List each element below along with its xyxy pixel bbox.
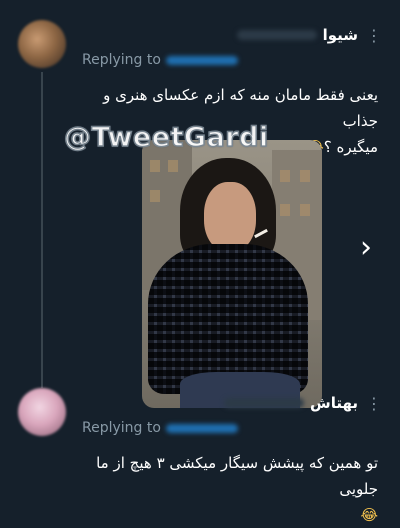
window xyxy=(280,204,290,216)
tweet-header: بهتاش xyxy=(224,394,358,412)
watermark-text: @TweetGardi xyxy=(63,121,269,154)
blurred-mention-link[interactable] xyxy=(165,55,238,65)
window xyxy=(300,204,310,216)
replying-to-label: Replying to xyxy=(82,420,161,436)
thread-connector-line xyxy=(41,72,43,388)
more-options-icon[interactable]: ⋮ xyxy=(366,396,382,412)
laughing-emoji: 😂 xyxy=(360,506,378,524)
avatar[interactable] xyxy=(18,20,66,68)
display-name[interactable]: بهتاش xyxy=(310,394,358,412)
replying-to: Replying to xyxy=(82,52,238,68)
blurred-mention-link[interactable] xyxy=(165,423,238,433)
display-name[interactable]: شیوا xyxy=(323,26,358,44)
tweet-text-line: میگیره ؟ xyxy=(323,138,378,156)
tweet-header: شیوا xyxy=(236,26,358,44)
tweet-text: تو همین که پیشش سیگار میکشی ۳ هیچ از ما … xyxy=(78,450,378,528)
window xyxy=(300,170,310,182)
replying-to-label: Replying to xyxy=(82,52,161,68)
window xyxy=(150,190,160,202)
more-options-icon[interactable]: ⋮ xyxy=(366,28,382,44)
person-face xyxy=(204,182,256,252)
replying-to: Replying to xyxy=(82,420,238,436)
avatar[interactable] xyxy=(18,388,66,436)
chevron-right-icon[interactable]: › xyxy=(354,233,378,263)
window xyxy=(280,170,290,182)
window xyxy=(168,160,178,172)
tweet-photo[interactable] xyxy=(142,140,322,408)
tweet-text-line: تو همین که پیشش سیگار میکشی ۳ هیچ از ما … xyxy=(96,454,378,498)
window xyxy=(150,160,160,172)
blurred-username xyxy=(224,398,304,408)
blurred-username xyxy=(236,30,317,40)
